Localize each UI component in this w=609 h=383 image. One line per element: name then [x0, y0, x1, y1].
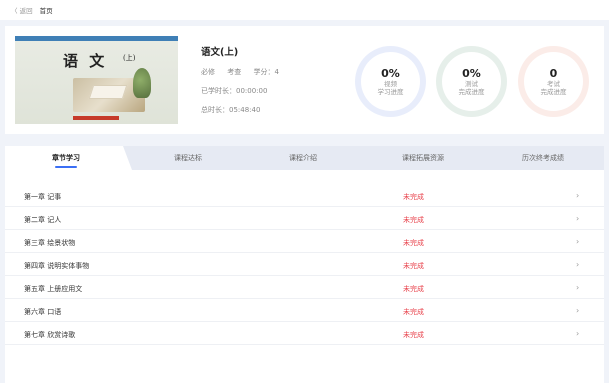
tab-exam-scores[interactable]: 历次终考成绩	[483, 146, 603, 170]
exam-progress-label-2: 完成进度	[540, 88, 567, 96]
test-progress-label-2: 完成进度	[458, 88, 485, 96]
chapter-row[interactable]: 第七章 欣赏诗歌 未完成 ›	[5, 322, 604, 345]
chapter-row[interactable]: 第四章 说明实体事物 未完成 ›	[5, 253, 604, 276]
breadcrumb: 〈 返回 首页	[0, 0, 609, 20]
tab-bar: 章节学习 课程达标 课程介绍 课程拓展资源 历次终考成绩	[5, 146, 604, 170]
course-meta: 必修 考查 学分：4	[201, 67, 279, 77]
chapter-title: 第五章 上册应用文	[24, 285, 83, 293]
course-info: 语文(上) 必修 考查 学分：4 已学时长：00:00:00 总时长：05:48…	[201, 44, 279, 115]
course-card: 语 文 (上) 语文(上) 必修 考查 学分：4 已学时长：00:00:00 总…	[5, 26, 604, 134]
tab-extension-resources[interactable]: 课程拓展资源	[363, 146, 483, 170]
chapter-title: 第七章 欣赏诗歌	[24, 331, 76, 339]
chapter-title: 第六章 口语	[24, 308, 62, 316]
exam-progress-value: 0	[549, 67, 558, 80]
video-progress-label-1: 视频	[384, 80, 397, 88]
chapter-status: 未完成	[403, 262, 424, 270]
chapter-row[interactable]: 第五章 上册应用文 未完成 ›	[5, 276, 604, 299]
chapter-row[interactable]: 第三章 绘景状物 未完成 ›	[5, 230, 604, 253]
test-progress-value: 0%	[462, 67, 481, 80]
cover-publisher-logo	[73, 116, 119, 120]
breadcrumb-home[interactable]: 首页	[40, 5, 53, 15]
chevron-right-icon: ›	[576, 329, 580, 338]
cover-book-illustration	[88, 85, 128, 99]
exam-progress-inner: 0 考试 完成进度	[524, 52, 583, 111]
chapter-title: 第二章 记人	[24, 216, 62, 224]
video-progress-inner: 0% 视频 学习进度	[361, 52, 420, 111]
chapter-row[interactable]: 第一章 记事 未完成 ›	[5, 184, 604, 207]
course-assess: 考查	[227, 68, 242, 76]
chapter-status: 未完成	[403, 216, 424, 224]
chapter-row[interactable]: 第二章 记人 未完成 ›	[5, 207, 604, 230]
video-progress-circle: 0% 视频 学习进度	[355, 46, 426, 117]
chevron-right-icon: ›	[576, 191, 580, 200]
chapter-status: 未完成	[403, 285, 424, 293]
video-progress-value: 0%	[381, 67, 400, 80]
chevron-right-icon: ›	[576, 306, 580, 315]
cover-strip	[15, 36, 178, 41]
course-cover-image: 语 文 (上)	[15, 36, 178, 124]
tab-course-intro[interactable]: 课程介绍	[243, 146, 363, 170]
course-type: 必修	[201, 68, 215, 76]
test-progress-circle: 0% 测试 完成进度	[436, 46, 507, 117]
chapter-row[interactable]: 第六章 口语 未完成 ›	[5, 299, 604, 322]
chapter-status: 未完成	[403, 308, 424, 316]
test-progress-inner: 0% 测试 完成进度	[442, 52, 501, 111]
test-progress-label-1: 测试	[465, 80, 478, 88]
chapter-list: 第一章 记事 未完成 › 第二章 记人 未完成 › 第三章 绘景状物 未完成 ›…	[5, 184, 604, 345]
tab-course-standard[interactable]: 课程达标	[127, 146, 249, 170]
cover-volume: (上)	[123, 54, 136, 62]
chapter-status: 未完成	[403, 193, 424, 201]
chapter-status: 未完成	[403, 331, 424, 339]
chevron-right-icon: ›	[576, 260, 580, 269]
back-link[interactable]: 〈 返回	[11, 5, 33, 15]
cover-plant-illustration	[133, 68, 151, 98]
cover-title: 语 文	[63, 52, 108, 70]
exam-progress-label-1: 考试	[547, 80, 560, 88]
chapter-title: 第一章 记事	[24, 193, 62, 201]
chapter-status: 未完成	[403, 239, 424, 247]
chapter-title: 第三章 绘景状物	[24, 239, 76, 247]
course-content: 章节学习 课程达标 课程介绍 课程拓展资源 历次终考成绩 第一章 记事 未完成 …	[5, 146, 604, 383]
chapter-title: 第四章 说明实体事物	[24, 262, 90, 270]
chevron-right-icon: ›	[576, 283, 580, 292]
total-time: 总时长：05:48:40	[201, 106, 261, 114]
chevron-right-icon: ›	[576, 237, 580, 246]
course-credit: 学分：4	[253, 68, 279, 76]
course-title: 语文(上)	[201, 47, 239, 58]
active-tab-indicator	[55, 166, 77, 168]
exam-progress-circle: 0 考试 完成进度	[518, 46, 589, 117]
chevron-right-icon: ›	[576, 214, 580, 223]
study-time: 已学时长：00:00:00	[201, 87, 268, 95]
video-progress-label-2: 学习进度	[377, 88, 404, 96]
